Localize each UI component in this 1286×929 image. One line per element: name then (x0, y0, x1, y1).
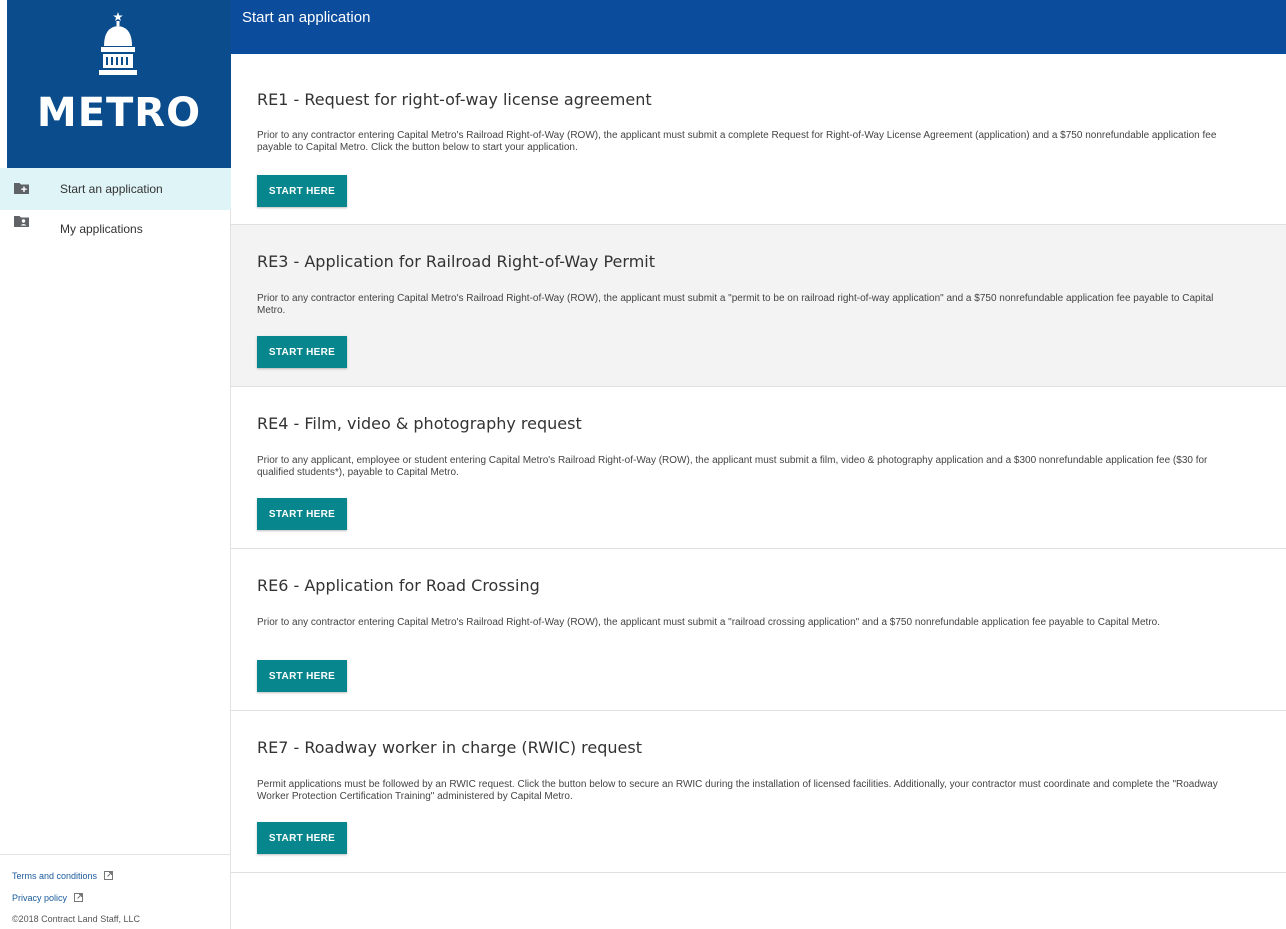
start-here-button[interactable]: START HERE (257, 660, 347, 692)
metro-logo[interactable]: METRO (7, 0, 231, 168)
application-card: RE1 - Request for right-of-way license a… (231, 54, 1286, 225)
application-description: Prior to any applicant, employee or stud… (257, 455, 1208, 478)
privacy-link[interactable]: Privacy policy (12, 887, 231, 909)
external-link-icon (73, 893, 83, 902)
logo-text: METRO (36, 90, 202, 136)
application-description: Prior to any contractor entering Capital… (257, 293, 1214, 316)
sidebar-item-my-applications[interactable]: My applications (0, 210, 231, 252)
folder-user-icon (14, 216, 29, 227)
application-card: RE4 - Film, video & photography request … (231, 387, 1286, 549)
application-card: RE6 - Application for Road Crossing Prio… (231, 549, 1286, 711)
sidebar-item-label: Start an application (60, 182, 163, 196)
terms-link-label: Terms and conditions (12, 871, 98, 881)
folder-plus-icon (14, 183, 29, 194)
page-header: Start an application (231, 0, 1286, 54)
start-here-button[interactable]: START HERE (257, 822, 347, 854)
sidebar-item-label: My applications (60, 222, 143, 236)
start-here-button[interactable]: START HERE (257, 498, 347, 530)
application-title: RE6 - Application for Road Crossing (257, 576, 540, 595)
application-title: RE4 - Film, video & photography request (257, 414, 582, 433)
application-list: RE1 - Request for right-of-way license a… (231, 54, 1286, 873)
start-here-button[interactable]: START HERE (257, 336, 347, 368)
application-card: RE3 - Application for Railroad Right-of-… (231, 225, 1286, 387)
application-description: Prior to any contractor entering Capital… (257, 130, 1217, 153)
application-description: Prior to any contractor entering Capital… (257, 617, 1160, 628)
capitol-dome-icon (99, 12, 137, 75)
sidebar-footer: Terms and conditions Privacy policy ©201… (0, 854, 231, 929)
application-title: RE3 - Application for Railroad Right-of-… (257, 252, 655, 271)
application-card: RE7 - Roadway worker in charge (RWIC) re… (231, 711, 1286, 873)
sidebar-item-start-application[interactable]: Start an application (0, 168, 231, 210)
start-here-button[interactable]: START HERE (257, 175, 347, 207)
privacy-link-label: Privacy policy (12, 893, 68, 903)
application-description: Permit applications must be followed by … (257, 779, 1218, 802)
copyright-text: ©2018 Contract Land Staff, LLC (12, 914, 141, 924)
application-title: RE7 - Roadway worker in charge (RWIC) re… (257, 738, 642, 757)
sidebar: METRO Start an application My applicatio… (0, 0, 231, 929)
application-title: RE1 - Request for right-of-way license a… (257, 90, 652, 109)
external-link-icon (103, 871, 113, 880)
page-title: Start an application (242, 9, 371, 26)
terms-link[interactable]: Terms and conditions (12, 865, 231, 887)
